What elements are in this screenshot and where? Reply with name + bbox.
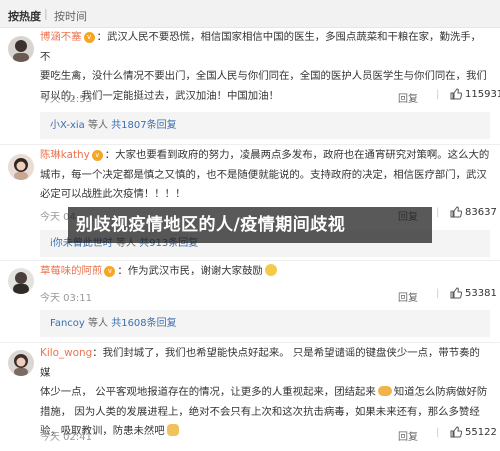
- avatar[interactable]: [8, 268, 34, 294]
- like-count: 53381: [465, 287, 497, 299]
- comment-meta: 今天 02:41 回复 | 55122: [40, 426, 497, 443]
- comment-line: ：大家也要看到政府的努力，凌晨两点多发布，政府也在通宵研究对策啊。这么大的: [104, 149, 490, 161]
- comment-text: 草莓味的阿煎 v ：作为武汉市民，谢谢大家鼓励: [40, 262, 490, 282]
- meta-separator: |: [436, 89, 440, 100]
- reply-button[interactable]: 回复: [398, 428, 418, 443]
- comment-meta: 今天 03:11 回复 | 53381: [40, 287, 497, 304]
- divider: [0, 144, 500, 145]
- like-button[interactable]: 55122: [450, 426, 497, 438]
- thumbs-up-icon: [450, 88, 462, 100]
- reply-button[interactable]: 回复: [398, 90, 418, 105]
- reply-button[interactable]: 回复: [398, 289, 418, 304]
- sort-by-hot-tab[interactable]: 按热度: [8, 8, 41, 24]
- username-link[interactable]: 陈琳kathy: [40, 149, 90, 161]
- comment-time: 今天 02:53: [40, 94, 92, 105]
- username-link[interactable]: 草莓味的阿煎: [40, 265, 102, 277]
- comment-line: 要吃生禽，没什么情况不要出门，全国人民与你们同在，全国的医护人员医学生与你们同在…: [40, 70, 487, 82]
- verified-badge-icon: v: [83, 32, 95, 43]
- thumbs-up-icon: [450, 287, 462, 299]
- comment-line: 知道怎么防病做好防: [393, 386, 488, 398]
- meta-separator: |: [436, 207, 440, 218]
- caption-banner: 别歧视疫情地区的人/疫情期间歧视: [68, 207, 432, 243]
- like-button[interactable]: 83637: [450, 206, 497, 218]
- replies-summary[interactable]: Fancoy 等人 共1608条回复: [40, 310, 490, 337]
- sort-bar: 按热度 | 按时间: [0, 0, 500, 28]
- thumbs-up-icon: [450, 206, 462, 218]
- comment-line: 必定可以战胜此次疫情！！！！: [40, 188, 186, 200]
- verified-badge-icon: v: [104, 266, 116, 277]
- comment-time: 今天 02:41: [40, 432, 92, 443]
- replies-label: 等人: [84, 318, 112, 329]
- like-button[interactable]: 115931: [450, 88, 500, 100]
- like-count: 55122: [465, 426, 497, 438]
- comment-time: 今天 03:11: [40, 293, 92, 304]
- meta-separator: |: [436, 288, 440, 299]
- comment-meta: 今天 02:53 回复 | 115931: [40, 88, 500, 105]
- reply-user-link[interactable]: Fancoy: [50, 318, 85, 329]
- comment-line: ：武汉人民不要恐慌，相信国家相信中国的医生，多囤点蔬菜和干粮在家，勤洗手，不: [40, 31, 482, 63]
- thumbs-up-icon: [450, 426, 462, 438]
- avatar[interactable]: [8, 350, 34, 376]
- view-replies-link[interactable]: 共1608条回复: [111, 318, 176, 329]
- replies-summary[interactable]: 小X-xia 等人 共1807条回复: [40, 112, 490, 139]
- comment-line: 措施， 因为人类的发展进程上，绝对不会只有上次和这次抗击病毒，如果未来还有，那么…: [40, 405, 480, 418]
- username-link[interactable]: 博涵不塞: [40, 31, 82, 43]
- view-replies-link[interactable]: 共1807条回复: [111, 120, 176, 131]
- sort-separator: |: [44, 7, 48, 20]
- verified-badge-icon: v: [91, 150, 103, 161]
- handshake-emoji-icon: [377, 386, 392, 396]
- divider: [0, 342, 500, 343]
- grin-emoji-icon: [264, 264, 277, 276]
- like-count: 83637: [465, 206, 497, 218]
- comment-line: 体少一点， 公平客观地报道存在的情况，让更多的人重视起来，团结起来: [40, 386, 376, 398]
- like-count: 115931: [465, 88, 500, 100]
- comment-text: 陈琳kathy v ：大家也要看到政府的努力，凌晨两点多发布，政府也在通宵研究对策啊…: [40, 146, 490, 205]
- username-link[interactable]: Kilo_wong: [40, 347, 92, 359]
- comment-line: ：作为武汉市民，谢谢大家鼓励: [117, 265, 263, 277]
- comment-line: 城市，每一个决定都是慎之又慎的，也不是随便就能说的。支持政府的决定，相信医疗部门…: [40, 168, 487, 181]
- like-button[interactable]: 53381: [450, 287, 497, 299]
- avatar[interactable]: [8, 154, 34, 180]
- replies-label: 等人: [84, 120, 112, 131]
- comment-line: ：我们封城了，我们也希望能快点好起来。 只是希望谴谣的键盘侠少一点，带节奏的媒: [40, 347, 480, 379]
- divider: [0, 260, 500, 261]
- meta-separator: |: [436, 427, 440, 438]
- avatar[interactable]: [8, 36, 34, 62]
- reply-user-link[interactable]: 小X-xia: [50, 120, 85, 131]
- sort-by-time-tab[interactable]: 按时间: [54, 8, 87, 24]
